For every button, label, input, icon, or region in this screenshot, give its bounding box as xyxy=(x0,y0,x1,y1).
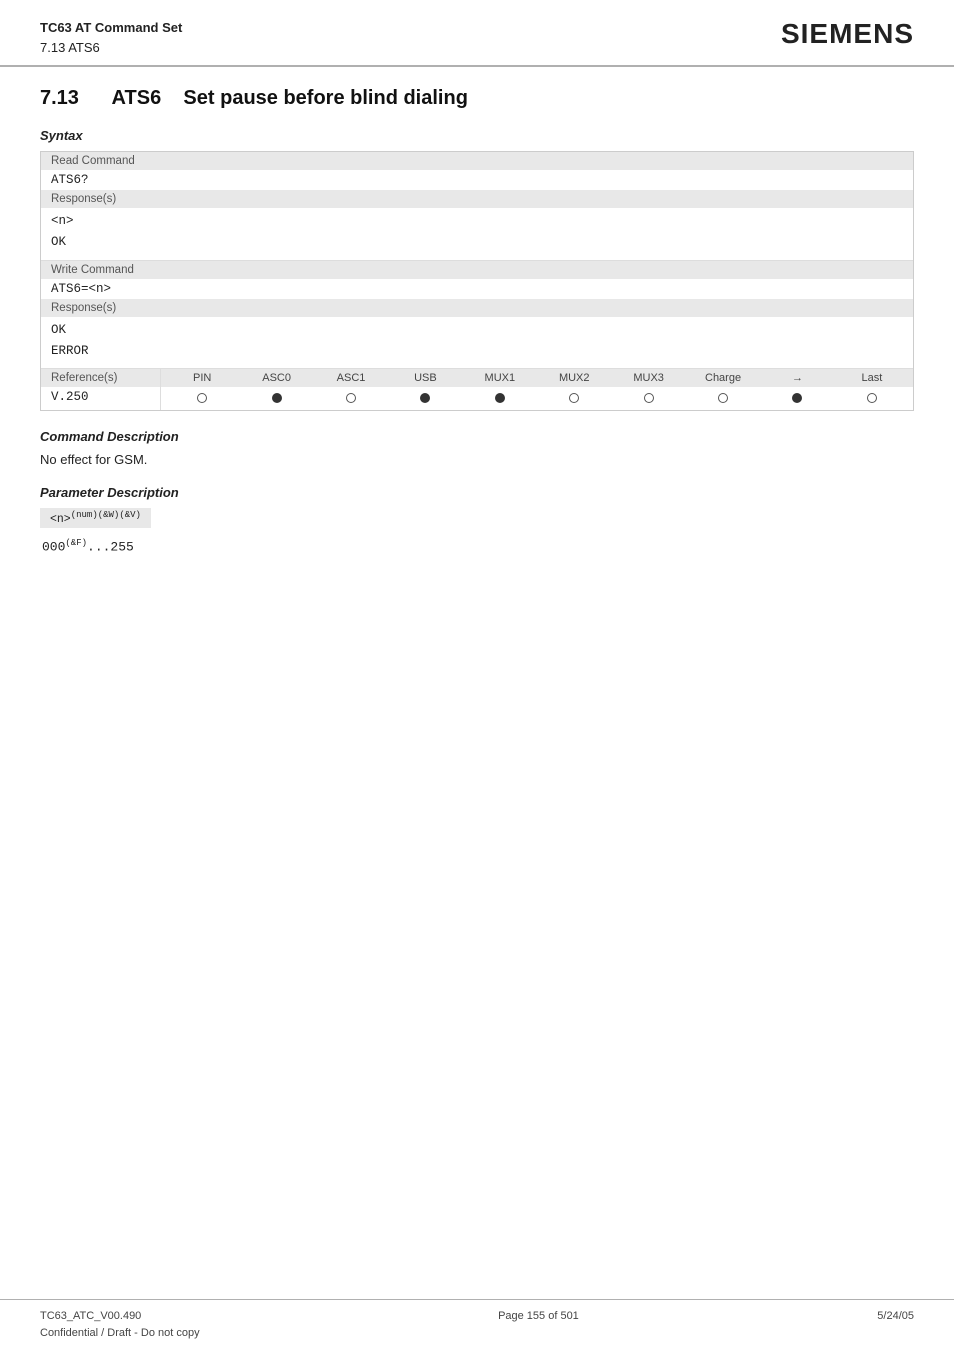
col-charge: Charge xyxy=(686,372,760,384)
section-description: Set pause before blind dialing xyxy=(183,87,467,109)
syntax-box: Read Command ATS6? Response(s) <n> OK Wr… xyxy=(40,151,914,411)
write-response-values: OK ERROR xyxy=(41,317,913,369)
write-command-block: Write Command ATS6=<n> Response(s) OK ER… xyxy=(41,261,913,370)
circle-filled-arrow xyxy=(792,393,802,403)
write-command-value: ATS6=<n> xyxy=(41,279,913,299)
reference-data-row xyxy=(161,387,913,410)
write-response-ok: OK xyxy=(51,323,66,337)
circle-filled-mux1 xyxy=(495,393,505,403)
ref-asc1-val xyxy=(314,391,388,406)
col-pin: PIN xyxy=(165,372,239,384)
read-response-ok: OK xyxy=(51,235,66,249)
ref-mux1-val xyxy=(463,391,537,406)
col-asc1: ASC1 xyxy=(314,372,388,384)
read-response-label: Response(s) xyxy=(41,190,913,208)
col-arrow: → xyxy=(760,372,834,384)
circle-empty-charge xyxy=(718,393,728,403)
cmd-desc-text: No effect for GSM. xyxy=(40,452,914,467)
section-number: 7.13 xyxy=(40,87,79,109)
read-command-block: Read Command ATS6? Response(s) <n> OK xyxy=(41,152,913,261)
footer-page: Page 155 of 501 xyxy=(498,1308,579,1326)
header-title-line2: 7.13 ATS6 xyxy=(40,38,182,58)
param-name: <n> xyxy=(50,513,71,526)
param-tag: <n>(num)(&W)(&V) xyxy=(40,508,151,528)
circle-empty-mux3 xyxy=(644,393,654,403)
footer-left: TC63_ATC_V00.490 Confidential / Draft - … xyxy=(40,1308,200,1343)
param-range-sup: (&F) xyxy=(65,538,87,548)
ref-charge-val xyxy=(686,391,760,406)
write-response-label: Response(s) xyxy=(41,299,913,317)
reference-left: Reference(s) V.250 xyxy=(41,369,161,410)
read-command-value: ATS6? xyxy=(41,170,913,190)
ref-asc0-val xyxy=(239,391,313,406)
ref-last-val xyxy=(835,391,909,406)
reference-value: V.250 xyxy=(41,387,160,407)
param-desc-heading: Parameter Description xyxy=(40,485,914,500)
reference-label: Reference(s) xyxy=(41,369,160,387)
footer-right: 5/24/05 xyxy=(877,1308,914,1343)
read-response-n: <n> xyxy=(51,214,74,228)
footer-doc-id: TC63_ATC_V00.490 xyxy=(40,1308,200,1326)
header-brand: SIEMENS xyxy=(781,18,914,50)
circle-empty-pin xyxy=(197,393,207,403)
read-response-values: <n> OK xyxy=(41,208,913,260)
circle-filled-asc0 xyxy=(272,393,282,403)
col-usb: USB xyxy=(388,372,462,384)
write-response-error: ERROR xyxy=(51,344,89,358)
reference-columns-header: PIN ASC0 ASC1 USB MUX1 MUX2 MUX3 Charge … xyxy=(161,369,913,387)
footer-confidential: Confidential / Draft - Do not copy xyxy=(40,1325,200,1343)
cmd-desc-heading: Command Description xyxy=(40,429,914,444)
page-header: TC63 AT Command Set 7.13 ATS6 SIEMENS xyxy=(0,0,954,67)
reference-block: Reference(s) V.250 PIN ASC0 ASC1 USB MUX… xyxy=(41,369,913,410)
col-mux3: MUX3 xyxy=(611,372,685,384)
section-command: ATS6 xyxy=(112,87,162,109)
ref-arrow-val xyxy=(760,391,834,406)
circle-empty-last xyxy=(867,393,877,403)
footer-date: 5/24/05 xyxy=(877,1308,914,1326)
col-mux2: MUX2 xyxy=(537,372,611,384)
page-footer: TC63_ATC_V00.490 Confidential / Draft - … xyxy=(0,1299,954,1351)
ref-mux3-val xyxy=(611,391,685,406)
circle-empty-mux2 xyxy=(569,393,579,403)
page-content: 7.13 ATS6 Set pause before blind dialing… xyxy=(0,67,954,574)
header-left: TC63 AT Command Set 7.13 ATS6 xyxy=(40,18,182,57)
col-mux1: MUX1 xyxy=(463,372,537,384)
ref-usb-val xyxy=(388,391,462,406)
write-command-label: Write Command xyxy=(41,261,913,279)
param-range-start: 000 xyxy=(42,539,65,554)
reference-inner: Reference(s) V.250 PIN ASC0 ASC1 USB MUX… xyxy=(41,369,913,410)
header-title-line1: TC63 AT Command Set xyxy=(40,18,182,38)
read-command-label: Read Command xyxy=(41,152,913,170)
footer-center: Page 155 of 501 xyxy=(498,1308,579,1343)
ref-pin-val xyxy=(165,391,239,406)
circle-filled-usb xyxy=(420,393,430,403)
section-heading: 7.13 ATS6 Set pause before blind dialing xyxy=(40,87,914,110)
circle-empty-asc1 xyxy=(346,393,356,403)
syntax-heading: Syntax xyxy=(40,128,914,143)
param-superscript: (num)(&W)(&V) xyxy=(71,510,141,520)
param-range-end: ...255 xyxy=(87,539,134,554)
col-asc0: ASC0 xyxy=(239,372,313,384)
reference-right: PIN ASC0 ASC1 USB MUX1 MUX2 MUX3 Charge … xyxy=(161,369,913,410)
param-range: 000(&F)...255 xyxy=(42,538,914,554)
ref-mux2-val xyxy=(537,391,611,406)
col-last: Last xyxy=(835,372,909,384)
